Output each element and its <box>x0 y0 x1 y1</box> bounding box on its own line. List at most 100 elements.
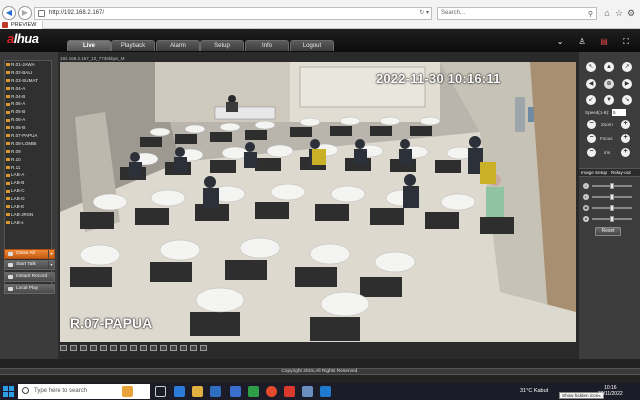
snapshot-icon[interactable] <box>170 345 177 351</box>
home-icon[interactable]: ⌂ <box>601 7 613 19</box>
tab-setup[interactable]: Setup <box>200 40 244 51</box>
tab-live[interactable]: Live <box>67 40 111 51</box>
browser-tab[interactable]: PREVIEW <box>0 21 44 29</box>
layout-1-icon[interactable] <box>60 345 67 351</box>
channel-item[interactable]: LAB-E <box>5 203 51 211</box>
focus-minus-button[interactable]: − <box>587 134 596 143</box>
chevron-down-icon[interactable]: ▾ <box>48 250 54 258</box>
start-talk-button[interactable]: Start Talk ▾ <box>4 260 55 270</box>
tab-relay-out[interactable]: Relay-out <box>611 170 631 175</box>
tab-alarm[interactable]: Alarm <box>156 40 200 51</box>
settings-gear-icon[interactable]: ⚙ <box>625 7 637 19</box>
excel-icon[interactable] <box>248 386 259 397</box>
iris-minus-button[interactable]: − <box>587 148 596 157</box>
channel-item[interactable]: LAB-A <box>5 171 51 179</box>
star-icon[interactable]: ☆ <box>613 7 625 19</box>
reset-button[interactable]: Reset <box>595 227 621 236</box>
search-highlights-icon[interactable] <box>122 386 133 397</box>
brightness-slider[interactable]: ☼ <box>583 183 635 189</box>
channel-item[interactable]: R.05-B <box>5 108 51 116</box>
weather-widget[interactable]: 31°C Kabut <box>520 388 548 394</box>
channel-item[interactable]: R.11 <box>5 164 51 172</box>
internet-explorer-icon[interactable] <box>302 386 313 397</box>
edge-icon[interactable] <box>174 386 185 397</box>
channel-item[interactable]: LAB-B <box>5 179 51 187</box>
channel-item[interactable]: R.06-B <box>5 124 51 132</box>
tab-logout[interactable]: Logout <box>290 40 334 51</box>
channel-item[interactable]: R.04-B <box>5 93 51 101</box>
ptz-down-right-icon[interactable]: ↘ <box>622 95 632 105</box>
layout-custom-icon[interactable] <box>150 345 157 351</box>
record-icon[interactable] <box>180 345 187 351</box>
channel-item[interactable]: LAB-x <box>5 219 51 227</box>
chevron-down-icon[interactable]: ▾ <box>48 261 54 269</box>
address-bar[interactable]: http://192.168.2.167/ ↻ ▾ <box>34 7 432 20</box>
ptz-right-icon[interactable]: ▶ <box>622 79 632 89</box>
person-icon[interactable]: ♙ <box>576 36 588 47</box>
camera-icon[interactable]: ▤ <box>598 36 610 47</box>
channel-item[interactable]: R.03-SUMAT <box>5 77 51 85</box>
ptz-left-icon[interactable]: ◀ <box>586 79 596 89</box>
hue-slider[interactable]: ● <box>583 216 635 222</box>
channel-item[interactable]: R.05-A <box>5 100 51 108</box>
task-view-icon[interactable] <box>155 386 166 397</box>
ptz-up-right-icon[interactable]: ↗ <box>622 62 632 72</box>
ptz-up-left-icon[interactable]: ↖ <box>586 62 596 72</box>
fullscreen-icon[interactable] <box>90 345 97 351</box>
zoom-in-button[interactable]: + <box>621 120 630 129</box>
channel-item[interactable]: R.06-A <box>5 116 51 124</box>
channel-item[interactable]: R.10 <box>5 156 51 164</box>
iris-plus-button[interactable]: + <box>621 148 630 157</box>
ptz-center-icon[interactable]: ⊕ <box>604 79 614 89</box>
channel-item[interactable]: R.09 <box>5 148 51 156</box>
slider-thumb[interactable] <box>610 205 614 211</box>
layout-16-icon[interactable] <box>120 345 127 351</box>
layout-9-icon[interactable] <box>80 345 87 351</box>
channel-item[interactable]: R.02-BALI <box>5 69 51 77</box>
search-icon[interactable]: ⚲ <box>588 9 593 20</box>
channel-item[interactable]: LAB-D <box>5 195 51 203</box>
fullscreen-icon[interactable]: ⛶ <box>620 36 632 47</box>
audio-icon[interactable] <box>190 345 197 351</box>
zoom-icon[interactable] <box>200 345 207 351</box>
app-icon[interactable] <box>284 386 295 397</box>
tab-image-setup[interactable]: Image Setup <box>581 170 607 175</box>
channel-item[interactable]: R.08-LOMBI <box>5 140 51 148</box>
focus-plus-button[interactable]: + <box>621 134 630 143</box>
layout-8-icon[interactable] <box>100 345 107 351</box>
stream-icon[interactable] <box>160 345 167 351</box>
mail-icon[interactable] <box>230 386 241 397</box>
back-button[interactable]: ◀ <box>2 6 16 20</box>
ptz-down-icon[interactable]: ▼ <box>604 95 614 105</box>
file-explorer-icon[interactable] <box>192 386 203 397</box>
speed-select[interactable]: 5 <box>612 109 626 116</box>
forward-button[interactable]: ▶ <box>18 6 32 20</box>
slider-thumb[interactable] <box>610 216 614 222</box>
contrast-slider[interactable]: ◐ <box>583 194 635 200</box>
close-all-button[interactable]: Close All ▾ <box>4 249 55 259</box>
start-button[interactable] <box>3 386 14 397</box>
channel-item[interactable]: R.01-JAWA <box>5 61 51 69</box>
chevron-down-icon[interactable]: ⌄ <box>554 36 566 47</box>
store-icon[interactable] <box>210 386 221 397</box>
clock[interactable]: 10:16 30/11/2022 <box>598 385 623 397</box>
instant-record-button[interactable]: Instant Record <box>4 272 55 282</box>
zoom-out-button[interactable]: − <box>587 120 596 129</box>
app-icon-2[interactable] <box>320 386 331 397</box>
ptz-up-icon[interactable]: ▲ <box>604 62 614 72</box>
channel-item[interactable]: LAB-C <box>5 187 51 195</box>
refresh-icon[interactable]: ↻ ▾ <box>419 8 429 19</box>
chrome-icon[interactable] <box>266 386 277 397</box>
slider-thumb[interactable] <box>610 183 614 189</box>
tab-info[interactable]: Info <box>245 40 289 51</box>
channel-item[interactable]: LAB-JRSN <box>5 211 51 219</box>
browser-search-input[interactable]: Search... ⚲ <box>437 7 597 20</box>
layout-9b-icon[interactable] <box>110 345 117 351</box>
layout-36-icon[interactable] <box>140 345 147 351</box>
local-play-button[interactable]: Local Play <box>4 284 55 294</box>
layout-25-icon[interactable] <box>130 345 137 351</box>
saturation-slider[interactable]: ◉ <box>583 205 635 211</box>
ptz-down-left-icon[interactable]: ↙ <box>586 95 596 105</box>
camera-video-feed[interactable]: 2022-11-30 10:16:11 R.07-PAPUA <box>60 62 576 342</box>
tab-playback[interactable]: Playback <box>111 40 155 51</box>
